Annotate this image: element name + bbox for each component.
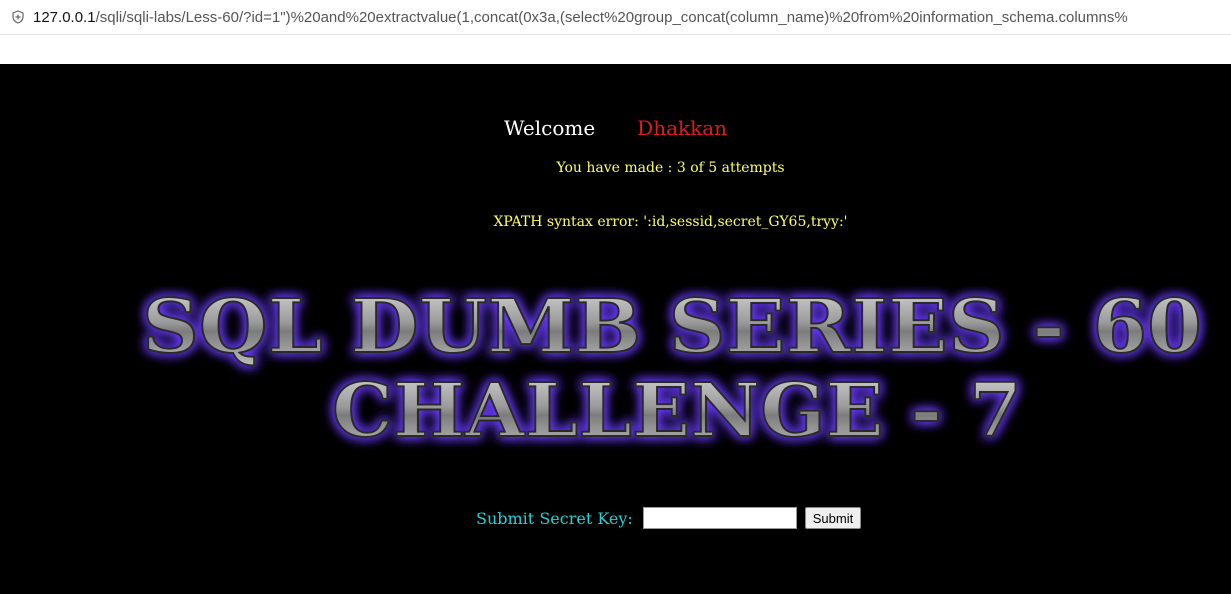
error-message: XPATH syntax error: ':id,sessid,secret_G… [493, 214, 848, 230]
secret-key-label: Submit Secret Key: [476, 508, 633, 528]
banner-title-line1: SQL DUMB SERIES - 60 [142, 286, 1202, 370]
toolbar-spacer [0, 35, 1231, 64]
attempts-counter: You have made : 3 of 5 attempts [556, 160, 785, 176]
challenge-banner: SQL DUMB SERIES - 60 CHALLENGE - 7 [125, 286, 1220, 456]
banner-title-line2: CHALLENGE - 7 [332, 368, 1022, 454]
page-body: Welcome Dhakkan You have made : 3 of 5 at… [0, 64, 1231, 594]
address-bar[interactable]: 127.0.0.1/sqli/sqli-labs/Less-60/?id=1")… [0, 0, 1231, 35]
url-text[interactable]: 127.0.0.1/sqli/sqli-labs/Less-60/?id=1")… [33, 9, 1231, 26]
shield-icon[interactable] [11, 10, 25, 24]
welcome-line: Welcome Dhakkan [0, 116, 1231, 140]
url-path: /sqli/sqli-labs/Less-60/?id=1")%20and%20… [95, 8, 1128, 26]
url-host: 127.0.0.1 [33, 8, 96, 26]
secret-key-form: Submit Secret Key: Submit [476, 507, 862, 529]
welcome-text: Welcome [503, 116, 596, 140]
secret-key-input[interactable] [642, 507, 797, 529]
submit-button[interactable]: Submit [804, 507, 862, 529]
user-name: Dhakkan [637, 116, 728, 140]
